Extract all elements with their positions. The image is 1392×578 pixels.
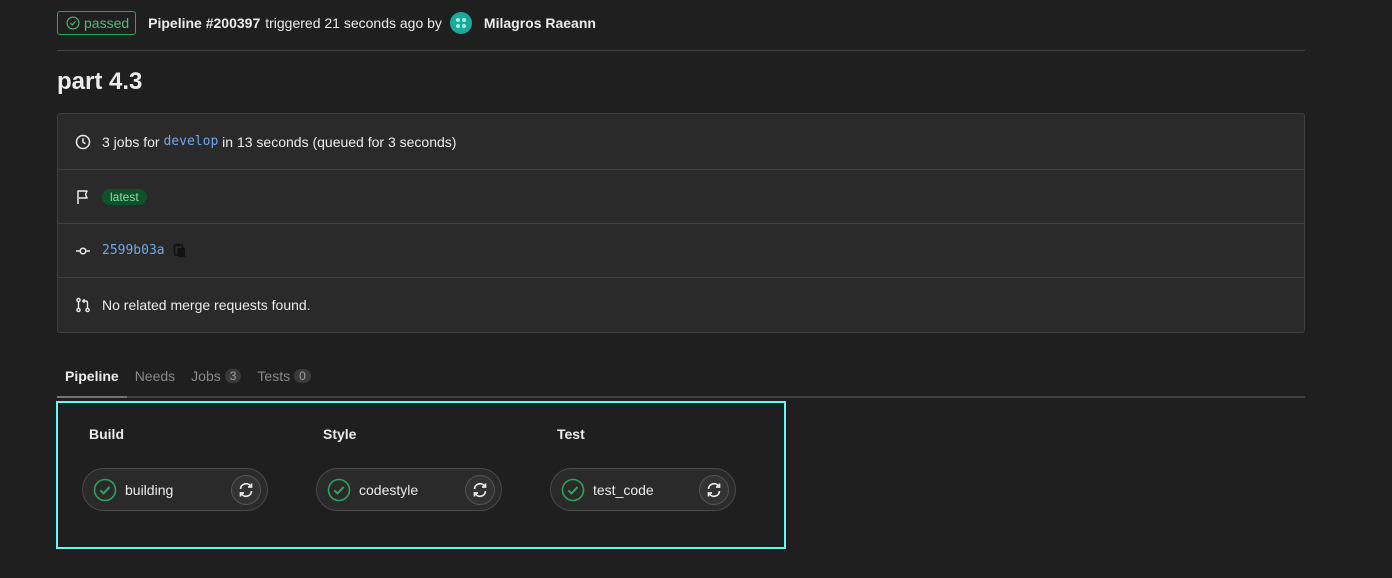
tab-tests[interactable]: Tests 0 <box>249 356 318 396</box>
clock-icon <box>74 133 92 151</box>
merge-requests-text: No related merge requests found. <box>102 297 311 313</box>
commit-info-row: 2599b03a <box>58 224 1304 278</box>
pipeline-summary: Pipeline #200397 triggered 21 seconds ag… <box>148 12 596 34</box>
job-test-code[interactable]: test_code <box>550 468 736 511</box>
status-badge[interactable]: passed <box>57 11 137 35</box>
job-codestyle[interactable]: codestyle <box>316 468 502 511</box>
tags-info-row: latest <box>58 170 1304 224</box>
tests-count-badge: 0 <box>294 369 311 383</box>
check-circle-icon <box>327 478 351 502</box>
jobs-info-row: 3 jobs for develop in 13 seconds (queued… <box>58 114 1304 170</box>
stage-title-build: Build <box>89 426 124 442</box>
tab-needs[interactable]: Needs <box>127 356 183 396</box>
commit-icon <box>74 242 92 260</box>
tab-label: Needs <box>134 368 176 384</box>
stage-title-test: Test <box>557 426 585 442</box>
triggered-text: triggered 21 seconds ago by <box>265 15 442 31</box>
pipeline-tabs: Pipeline Needs Jobs 3 Tests 0 <box>57 356 1305 398</box>
avatar[interactable] <box>449 12 472 34</box>
user-name-link[interactable]: Milagros Raeann <box>484 15 596 31</box>
page-title: part 4.3 <box>57 68 143 95</box>
retry-icon <box>473 482 487 497</box>
retry-icon <box>239 482 253 497</box>
pipeline-info-panel: 3 jobs for develop in 13 seconds (queued… <box>57 113 1305 333</box>
status-label: passed <box>84 15 130 31</box>
retry-button[interactable] <box>699 474 729 505</box>
tab-label: Jobs <box>191 368 221 384</box>
pipeline-graph: Build building Style codestyle Test test… <box>56 401 786 549</box>
branch-link[interactable]: develop <box>163 134 218 149</box>
job-building[interactable]: building <box>82 468 268 511</box>
retry-button[interactable] <box>465 474 495 505</box>
merge-request-icon <box>74 296 92 314</box>
tab-pipeline[interactable]: Pipeline <box>57 356 127 398</box>
latest-badge: latest <box>102 188 147 205</box>
copy-icon[interactable] <box>173 243 187 258</box>
merge-requests-row: No related merge requests found. <box>58 278 1304 332</box>
tab-jobs[interactable]: Jobs 3 <box>183 356 249 396</box>
tab-label: Tests <box>257 368 291 384</box>
pipeline-id: Pipeline #200397 <box>148 15 261 31</box>
commit-sha-link[interactable]: 2599b03a <box>102 243 165 258</box>
job-name: test_code <box>593 481 654 498</box>
jobs-prefix: 3 jobs for <box>102 133 160 150</box>
jobs-suffix: in 13 seconds (queued for 3 seconds) <box>222 133 457 150</box>
pipeline-header: passed Pipeline #200397 triggered 21 sec… <box>57 0 1305 51</box>
check-circle-icon <box>93 478 117 502</box>
pipeline-page: passed Pipeline #200397 triggered 21 sec… <box>56 0 1305 549</box>
stage-title-style: Style <box>323 426 357 442</box>
retry-button[interactable] <box>231 474 261 505</box>
check-circle-icon <box>66 16 80 30</box>
job-name: codestyle <box>359 481 419 498</box>
job-name: building <box>125 481 174 498</box>
tab-label: Pipeline <box>65 368 119 384</box>
flag-icon <box>74 188 92 206</box>
avatar-pattern-icon <box>455 18 466 28</box>
check-circle-icon <box>561 478 585 502</box>
retry-icon <box>707 482 721 497</box>
jobs-count-badge: 3 <box>224 369 242 383</box>
